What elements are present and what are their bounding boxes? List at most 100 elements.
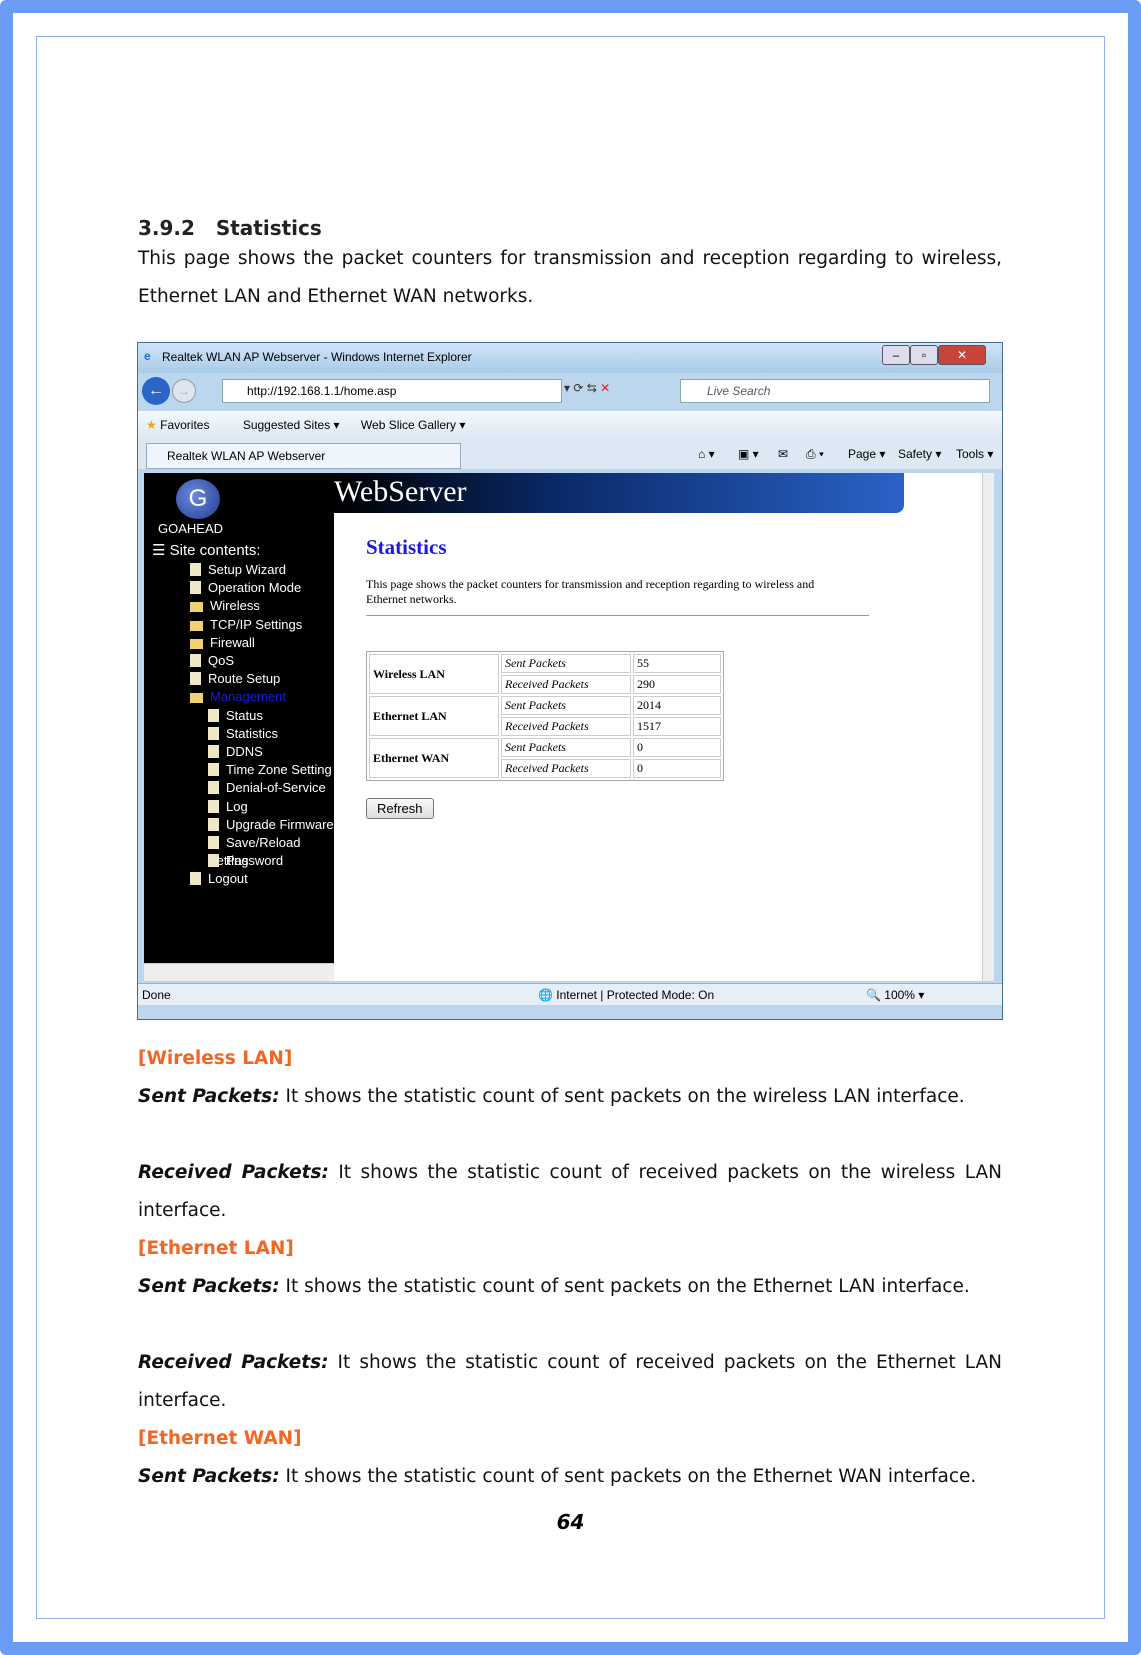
menu-item[interactable]: Route Setup (190, 670, 280, 688)
value-cell: 290 (633, 675, 721, 694)
page-icon (208, 708, 219, 722)
description-item: Sent Packets: It shows the statistic cou… (138, 1268, 1002, 1306)
term-text: It shows the statistic count of sent pac… (279, 1086, 965, 1107)
menu-item[interactable]: Statistics (208, 725, 278, 743)
statistics-table: Wireless LAN Sent Packets 55 Received Packe… (366, 651, 724, 781)
label-cell: Sent Packets (501, 738, 631, 757)
minimize-button[interactable]: – (882, 345, 910, 365)
term: Received Packets: (138, 1352, 329, 1373)
menu-item-label: Firewall (210, 634, 255, 650)
page-icon (208, 817, 219, 831)
safety-menu[interactable]: Safety ▾ (898, 439, 941, 469)
menu-item[interactable]: Management (190, 688, 286, 706)
page-menu[interactable]: Page ▾ (848, 439, 885, 469)
status-bar: Done 🌐 Internet | Protected Mode: On 🔍 1… (138, 983, 1002, 1005)
menu-item-label: Log (226, 798, 248, 814)
page-icon (190, 563, 201, 576)
refresh-button[interactable]: Refresh (366, 798, 434, 819)
refresh-stop-icons[interactable]: ▾ ⟳ ⇆ ✕ (564, 381, 610, 395)
group-cell: Ethernet WAN (369, 738, 499, 778)
value-cell: 55 (633, 654, 721, 673)
goahead-logo-icon: G (176, 479, 220, 519)
page-icon (190, 581, 201, 595)
description-heading: [Wireless LAN] (138, 1048, 293, 1069)
folder-icon (190, 602, 203, 613)
tools-menu[interactable]: Tools ▾ (956, 439, 993, 469)
banner-title: WebServer (334, 475, 467, 508)
browser-screenshot: e Realtek WLAN AP Webserver - Windows In… (137, 342, 1003, 1020)
page-icon (208, 763, 219, 777)
status-text: Done (142, 988, 171, 1002)
folder-icon (190, 620, 203, 631)
value-cell: 1517 (633, 717, 721, 736)
label-cell: Sent Packets (501, 654, 631, 673)
menu-item[interactable]: Firewall (190, 634, 255, 652)
menu-item[interactable]: Save/Reload Setting (208, 834, 334, 868)
menu-item[interactable]: Logout (190, 870, 248, 888)
web-content: G GOAHEAD ☰ Site contents: Setup Wizard O… (144, 473, 994, 981)
menu-item-label: Statistics (226, 725, 279, 741)
favorites-bar: ★ Favorites Suggested Sites ▾ Web Slice … (138, 411, 1002, 439)
term-text: It shows the statistic count of sent pac… (279, 1466, 977, 1487)
forward-button[interactable]: → (172, 379, 196, 403)
menu-item-label: DDNS (226, 744, 263, 759)
value-cell: 0 (633, 759, 721, 778)
description-item: Sent Packets: It shows the statistic cou… (138, 1458, 1002, 1496)
menu-item-label: Status (226, 707, 263, 723)
favorites-button[interactable]: Favorites (160, 418, 209, 432)
menu-item[interactable]: QoS (190, 652, 234, 670)
feeds-icon[interactable]: ▣ ▾ (738, 439, 759, 469)
address-bar[interactable]: http://192.168.1.1/home.asp (222, 379, 562, 403)
menu-item[interactable]: Password (208, 852, 283, 870)
page-icon (208, 745, 219, 758)
star-icon: ★ (146, 418, 157, 432)
menu-item[interactable]: Time Zone Setting (208, 761, 332, 779)
term-text: It shows the statistic count of sent pac… (279, 1276, 970, 1297)
web-slice-gallery[interactable]: Web Slice Gallery ▾ (361, 418, 466, 432)
home-icon[interactable]: ⌂ ▾ (698, 439, 715, 469)
menu-item[interactable]: DDNS (208, 743, 263, 761)
description-heading: [Ethernet WAN] (138, 1428, 302, 1449)
description-item: Sent Packets: It shows the statistic cou… (138, 1078, 1002, 1116)
page-icon (208, 836, 219, 849)
suggested-sites[interactable]: Suggested Sites ▾ (243, 418, 340, 432)
title-bar: e Realtek WLAN AP Webserver - Windows In… (138, 343, 1002, 373)
menu-item[interactable]: Wireless (190, 597, 260, 615)
menu-item[interactable]: Denial-of-Service (208, 779, 326, 797)
description-item: Received Packets: It shows the statistic… (138, 1154, 1002, 1230)
term: Sent Packets: (138, 1276, 280, 1297)
close-button[interactable]: ✕ (938, 345, 986, 365)
page-icon (208, 781, 219, 795)
horizontal-scrollbar[interactable] (144, 963, 334, 981)
term: Sent Packets: (138, 1086, 280, 1107)
search-input[interactable]: Live Search (680, 379, 990, 403)
menu-item-label: Upgrade Firmware (226, 816, 334, 832)
menu-item-label: Setup Wizard (208, 562, 287, 577)
folder-icon (190, 693, 203, 704)
menu-item-label: Password (226, 853, 284, 869)
menu-item-label: TCP/IP Settings (210, 616, 303, 632)
group-cell: Ethernet LAN (369, 696, 499, 736)
menu-item[interactable]: Log (208, 798, 248, 816)
mail-icon[interactable]: ✉ (778, 439, 788, 469)
maximize-button[interactable]: ▫ (910, 345, 938, 365)
back-button[interactable]: ← (142, 377, 170, 405)
folder-icon (190, 638, 203, 649)
vertical-scrollbar[interactable] (982, 473, 994, 981)
description-heading: [Ethernet LAN] (138, 1238, 294, 1259)
section-intro: This page shows the packet counters for … (138, 248, 1002, 307)
menu-item[interactable]: Status (208, 707, 263, 725)
menu-item[interactable]: Operation Mode (190, 579, 301, 597)
menu-item[interactable]: Upgrade Firmware (208, 816, 334, 834)
menu-item[interactable]: Setup Wizard (190, 561, 286, 579)
menu-item[interactable]: TCP/IP Settings (190, 616, 302, 634)
page-description: This page shows the packet counters for … (366, 577, 815, 606)
menu-item-label: Time Zone Setting (226, 762, 332, 778)
browser-tab[interactable]: Realtek WLAN AP Webserver (146, 443, 461, 469)
zoom-level[interactable]: 🔍 100% ▾ (866, 984, 924, 1006)
description-item: Received Packets: It shows the statistic… (138, 1344, 1002, 1420)
page-icon (208, 799, 219, 813)
print-icon[interactable]: ⎙ ▾ (806, 439, 824, 469)
section-heading: 3.9.2 Statistics (138, 216, 322, 240)
menu-item-label: QoS (208, 653, 235, 668)
